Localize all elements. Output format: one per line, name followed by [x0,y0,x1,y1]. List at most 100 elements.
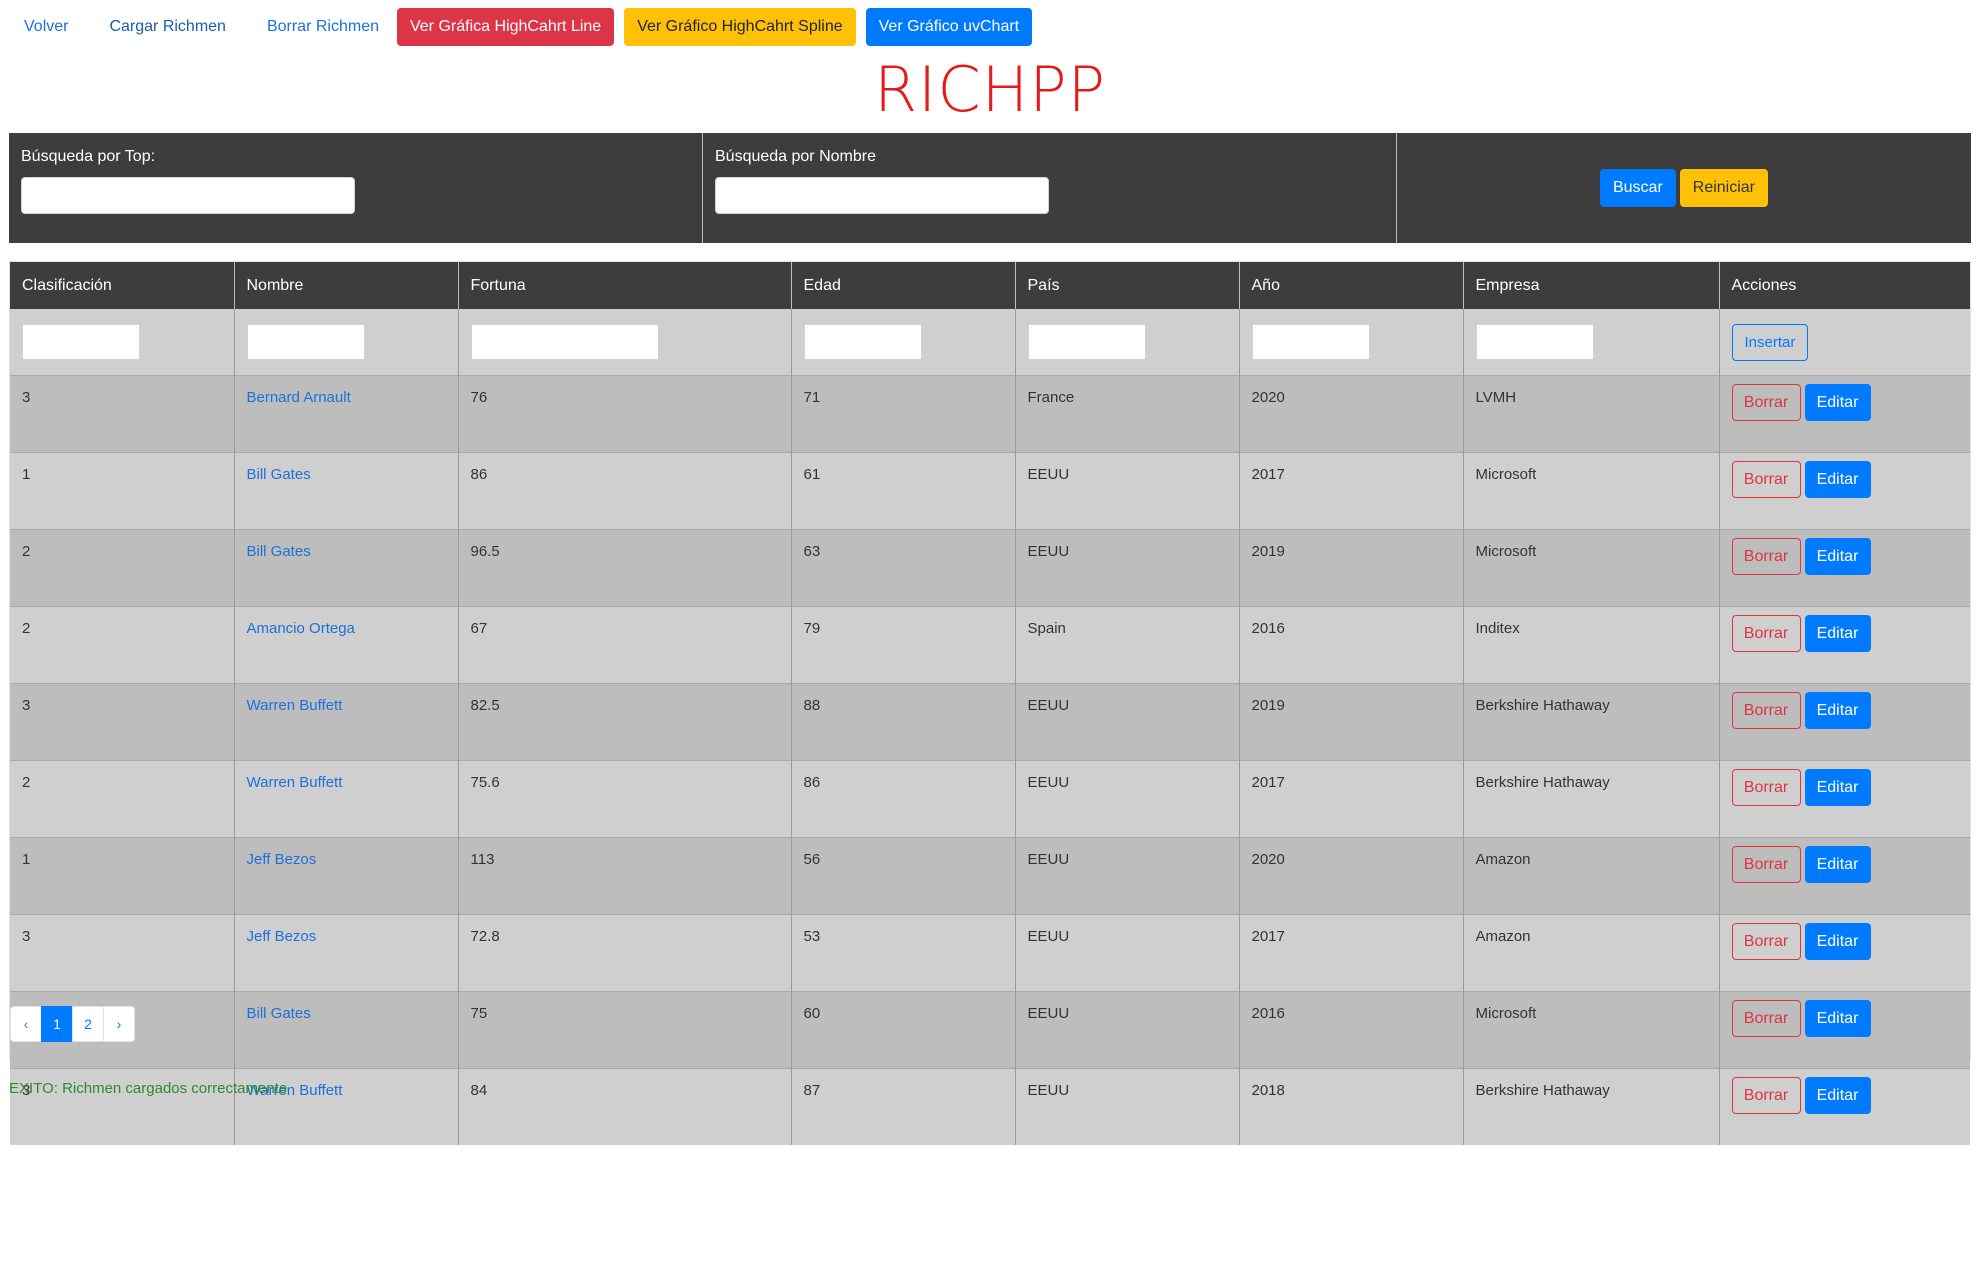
pagination-next[interactable]: › [103,1006,135,1042]
editar-button[interactable]: Editar [1804,1000,1871,1037]
pagination: ‹ 1 2 › [10,1006,135,1042]
editar-button[interactable]: Editar [1804,615,1871,652]
cell-empresa: Microsoft [1463,452,1720,530]
search-name-cell: Búsqueda por Nombre [703,133,1397,243]
editar-button[interactable]: Editar [1804,692,1871,729]
richman-name-link[interactable]: Bernard Arnault [247,389,351,406]
cell-pais: EEUU [1015,529,1240,607]
cell-edad: 86 [791,760,1016,838]
editar-button[interactable]: Editar [1804,1077,1871,1114]
cell-anio-value: 2016 [1251,620,1285,637]
cell-nombre: Bill Gates [234,991,459,1069]
search-name-input[interactable] [715,177,1049,214]
richman-name-link[interactable]: Bill Gates [247,1005,311,1022]
insert-edad-input[interactable] [803,324,922,360]
header-clasificacion: Clasificación [10,262,235,309]
header-acciones: Acciones [1719,262,1970,309]
cell-empresa-value: Berkshire Hathaway [1475,774,1610,791]
insert-nombre-input[interactable] [246,324,365,360]
richman-name-link[interactable]: Warren Buffett [247,774,343,791]
cell-fortuna-value: 67 [470,620,488,637]
borrar-button[interactable]: Borrar [1731,923,1801,960]
cell-anio: 2016 [1239,991,1464,1069]
cell-anio: 2019 [1239,529,1464,607]
volver-link[interactable]: Volver [24,18,68,36]
insert-anio-input[interactable] [1251,324,1370,360]
cell-pais-value: EEUU [1027,1005,1070,1022]
cell-empresa-value: Amazon [1475,928,1531,945]
insert-fortuna-input[interactable] [470,324,659,360]
borrar-button[interactable]: Borrar [1731,692,1801,729]
uvchart-button[interactable]: Ver Gráfico uvChart [865,8,1033,46]
editar-button[interactable]: Editar [1804,923,1871,960]
borrar-button[interactable]: Borrar [1731,384,1801,421]
cargar-richmen-link[interactable]: Cargar Richmen [109,18,225,36]
editar-button[interactable]: Editar [1804,769,1871,806]
insert-row: Insertar [10,309,1970,376]
cell-pais: EEUU [1015,1068,1240,1145]
status-message: EXITO: Richmen cargados correctamente [9,1080,288,1097]
cell-fortuna-value: 96.5 [470,543,500,560]
cell-pais: EEUU [1015,683,1240,761]
richman-name-link[interactable]: Bill Gates [247,466,311,483]
cell-anio-value: 2017 [1251,466,1285,483]
richman-name-link[interactable]: Jeff Bezos [247,851,317,868]
insert-clasificacion-input[interactable] [22,324,140,360]
cell-clasificacion: 3 [10,375,235,453]
insert-pais-input[interactable] [1027,324,1146,360]
insert-empresa-input[interactable] [1475,324,1594,360]
borrar-button[interactable]: Borrar [1731,846,1801,883]
borrar-button[interactable]: Borrar [1731,461,1801,498]
cell-pais: EEUU [1015,452,1240,530]
pagination-page-1[interactable]: 1 [41,1006,73,1042]
reiniciar-button[interactable]: Reiniciar [1679,169,1769,207]
search-top-cell: Búsqueda por Top: [9,133,703,243]
header-pais: País [1015,262,1240,309]
richman-name-link[interactable]: Warren Buffett [247,697,343,714]
borrar-button[interactable]: Borrar [1731,1000,1801,1037]
cell-pais-value: EEUU [1027,928,1070,945]
row-actions: Borrar Editar [1731,692,1959,729]
borrar-button[interactable]: Borrar [1731,615,1801,652]
highchart-line-button[interactable]: Ver Gráfica HighCahrt Line [396,8,615,46]
editar-button[interactable]: Editar [1804,846,1871,883]
table-row: 2 Warren Buffett 75.6 86 EEUU 2017 Berkshire H… [10,760,1970,838]
richman-name-link[interactable]: Jeff Bezos [247,928,317,945]
borrar-richmen-link[interactable]: Borrar Richmen [267,18,379,36]
search-top-label: Búsqueda por Top: [21,148,156,165]
row-actions: Borrar Editar [1731,1000,1959,1037]
page-title: RICHPP [873,53,1107,126]
richmen-table: Clasificación Nombre Fortuna Edad País A… [10,262,1970,1145]
cell-fortuna-value: 72.8 [470,928,500,945]
insertar-button[interactable]: Insertar [1731,323,1809,361]
cell-clasificacion-value: 1 [22,851,31,868]
cell-pais: Spain [1015,606,1240,684]
richman-name-link[interactable]: Amancio Ortega [247,620,355,637]
highchart-spline-button[interactable]: Ver Gráfico HighCahrt Spline [624,8,856,46]
richman-name-link[interactable]: Bill Gates [247,543,311,560]
cell-empresa-value: Microsoft [1475,466,1537,483]
top-navigation: Volver Cargar Richmen Borrar Richmen Ver… [0,8,1042,46]
borrar-button[interactable]: Borrar [1731,1077,1801,1114]
pagination-page-2[interactable]: 2 [72,1006,104,1042]
pagination-prev[interactable]: ‹ [10,1006,42,1042]
cell-edad: 88 [791,683,1016,761]
cell-pais: EEUU [1015,760,1240,838]
cell-clasificacion: 1 [10,452,235,530]
cell-edad-value: 61 [803,466,821,483]
cell-clasificacion: 3 [10,914,235,992]
editar-button[interactable]: Editar [1804,538,1871,575]
cell-nombre: Amancio Ortega [234,606,459,684]
cell-clasificacion-value: 2 [22,620,31,637]
borrar-button[interactable]: Borrar [1731,538,1801,575]
cell-nombre: Bill Gates [234,452,459,530]
search-top-input[interactable] [21,177,355,214]
cell-empresa: Amazon [1463,837,1720,915]
cell-edad-value: 60 [803,1005,821,1022]
cell-edad: 71 [791,375,1016,453]
buscar-button[interactable]: Buscar [1599,169,1676,207]
editar-button[interactable]: Editar [1804,384,1871,421]
borrar-button[interactable]: Borrar [1731,769,1801,806]
editar-button[interactable]: Editar [1804,461,1871,498]
cell-fortuna: 96.5 [458,529,792,607]
